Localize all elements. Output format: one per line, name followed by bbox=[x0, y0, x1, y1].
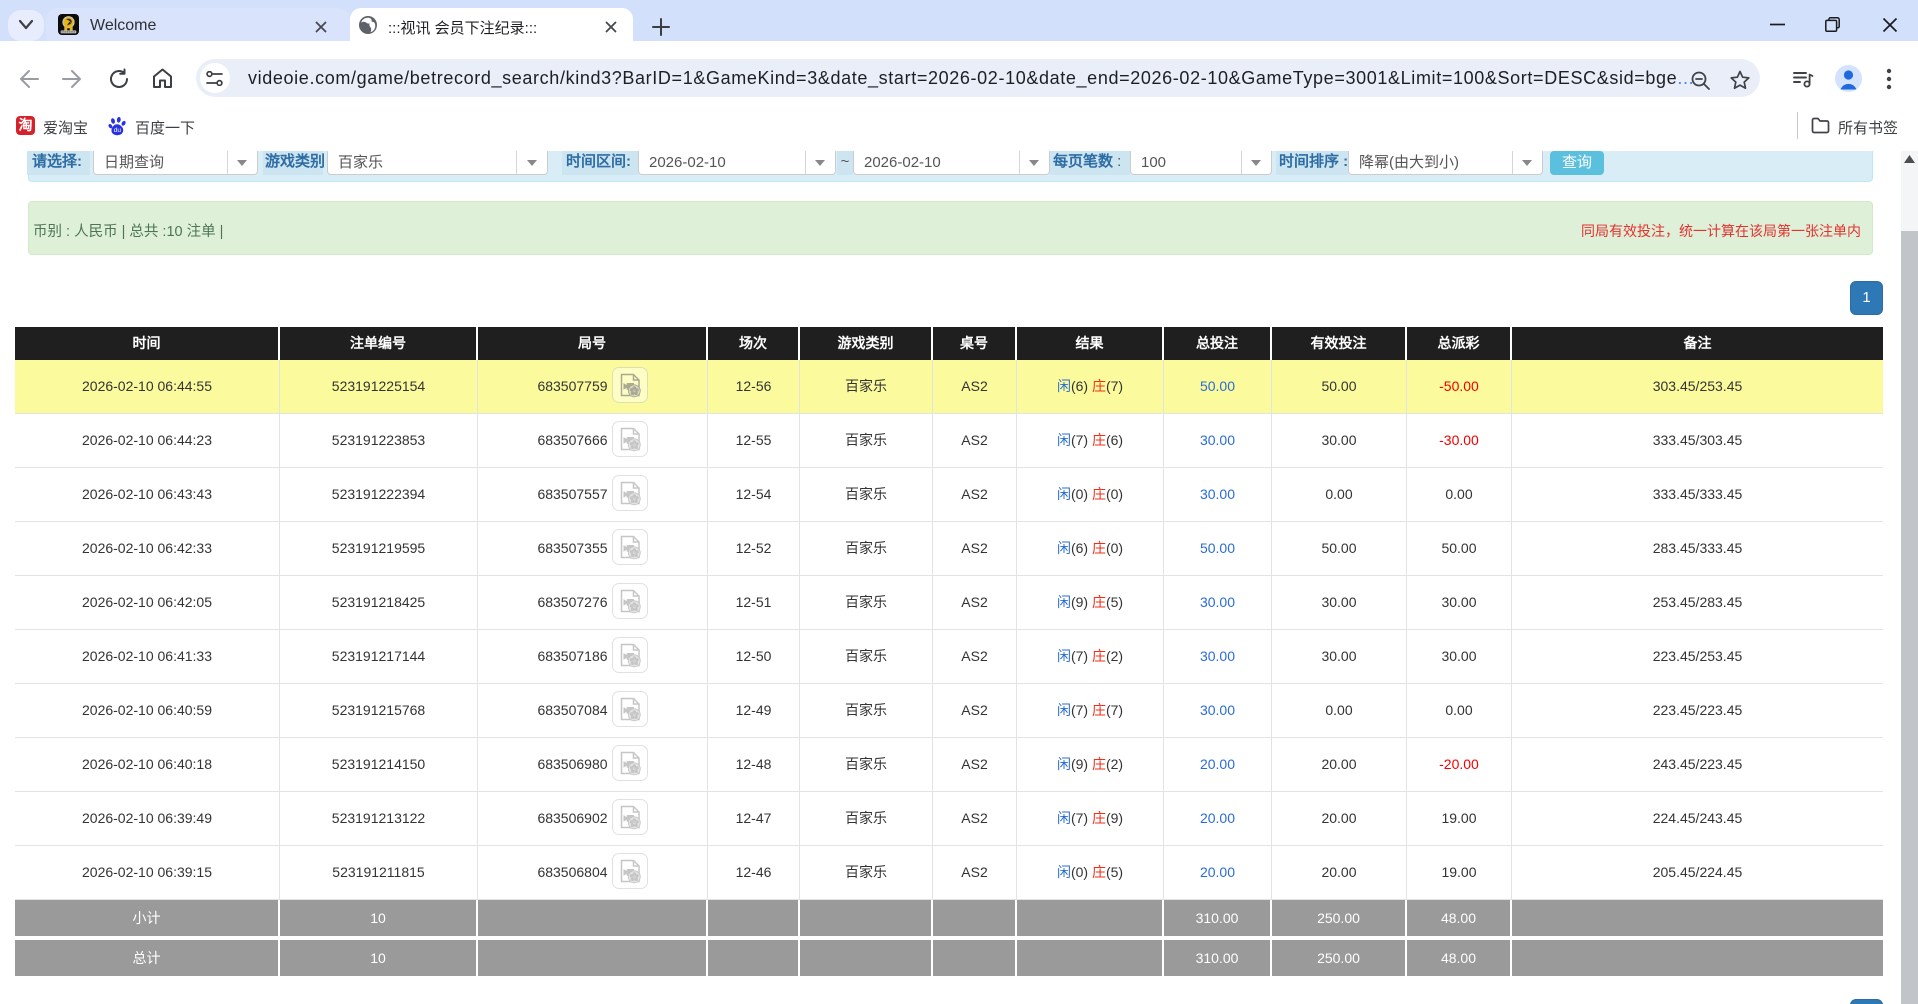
svg-text:du: du bbox=[114, 127, 122, 134]
